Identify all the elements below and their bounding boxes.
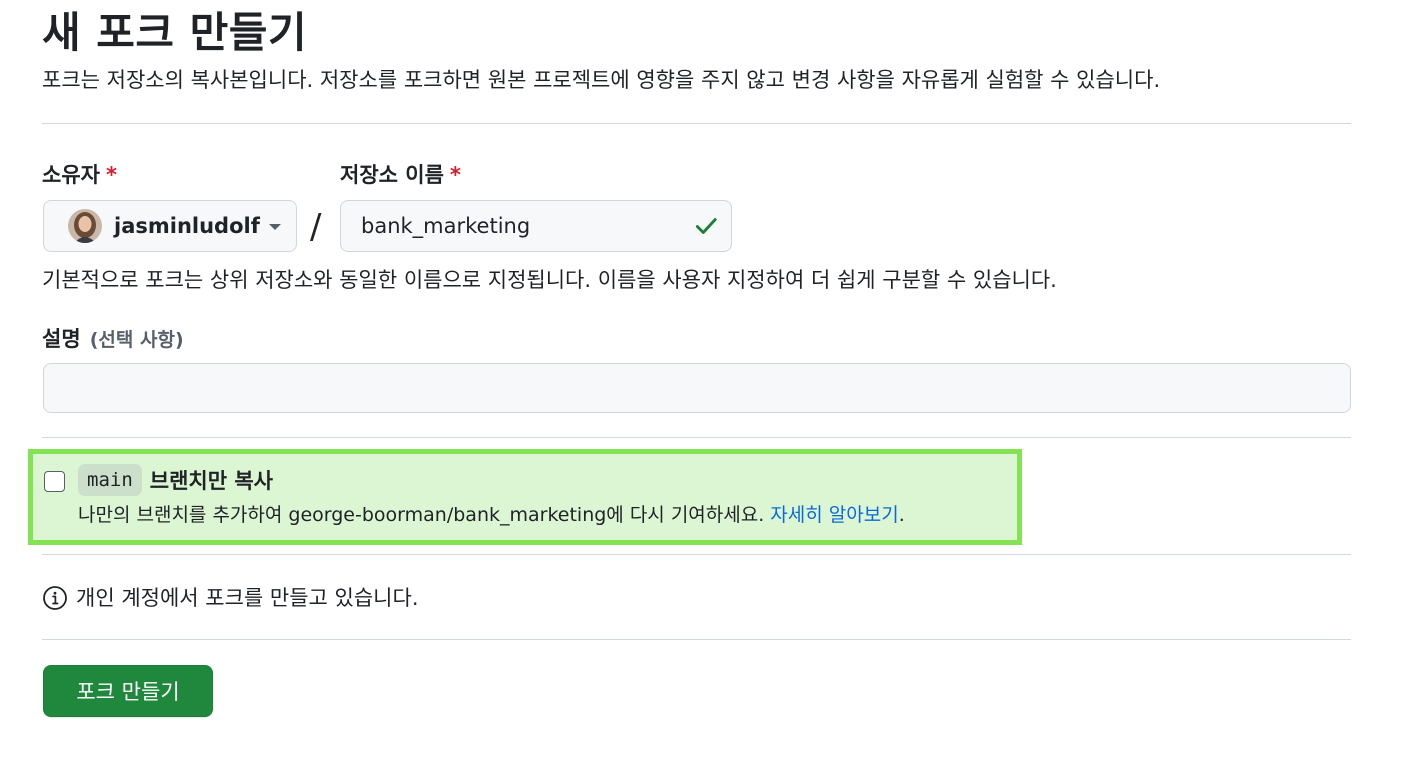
info-icon xyxy=(43,586,67,610)
owner-label-text: 소유자 xyxy=(42,163,100,187)
repo-name-field xyxy=(340,200,732,252)
copy-branch-description: 나만의 브랜치를 추가하여 george-boorman/bank_market… xyxy=(78,500,905,530)
owner-name: jasminludolf xyxy=(114,214,260,238)
learn-more-link[interactable]: 자세히 알아보기 xyxy=(770,504,898,526)
page-subtitle: 포크는 저장소의 복사본입니다. 저장소를 포크하면 원본 프로젝트에 영향을 … xyxy=(42,68,1161,92)
repo-name-label: 저장소 이름 * xyxy=(340,160,461,190)
page-title: 새 포크 만들기 xyxy=(42,8,308,57)
info-text: 개인 계정에서 포크를 만들고 있습니다. xyxy=(76,586,419,610)
description-label-text: 설명 xyxy=(42,327,81,351)
optional-label: (선택 사항) xyxy=(89,329,184,351)
description-label: 설명 (선택 사항) xyxy=(42,323,184,357)
caret-down-icon xyxy=(268,224,281,230)
divider xyxy=(42,123,1351,124)
repo-name-label-text: 저장소 이름 xyxy=(340,163,444,187)
owner-select[interactable]: jasminludolf xyxy=(43,200,297,252)
copy-branch-label: 브랜치만 복사 xyxy=(149,469,273,493)
divider xyxy=(42,437,1351,438)
copy-branch-title: main 브랜치만 복사 xyxy=(78,464,273,496)
owner-label: 소유자 * xyxy=(42,160,117,190)
description-input[interactable] xyxy=(43,363,1351,413)
check-icon xyxy=(695,218,717,234)
create-fork-page: 새 포크 만들기 포크는 저장소의 복사본입니다. 저장소를 포크하면 원본 프… xyxy=(0,0,1408,768)
required-mark: * xyxy=(449,163,461,187)
copy-branch-desc-text: 나만의 브랜치를 추가하여 george-boorman/bank_market… xyxy=(78,504,771,526)
repo-name-input[interactable] xyxy=(341,201,681,250)
required-mark: * xyxy=(105,163,117,187)
repo-name-hint: 기본적으로 포크는 상위 저장소와 동일한 이름으로 지정됩니다. 이름을 사용… xyxy=(42,268,1057,292)
create-fork-button[interactable]: 포크 만들기 xyxy=(43,665,213,717)
avatar xyxy=(68,209,102,243)
copy-main-branch-checkbox[interactable] xyxy=(44,471,65,492)
owner-repo-separator: / xyxy=(310,207,322,247)
info-message: 개인 계정에서 포크를 만들고 있습니다. xyxy=(42,582,419,614)
divider xyxy=(42,639,1351,640)
branch-name-code: main xyxy=(78,464,142,496)
divider xyxy=(42,554,1351,555)
copy-branch-desc-end: . xyxy=(898,504,905,526)
